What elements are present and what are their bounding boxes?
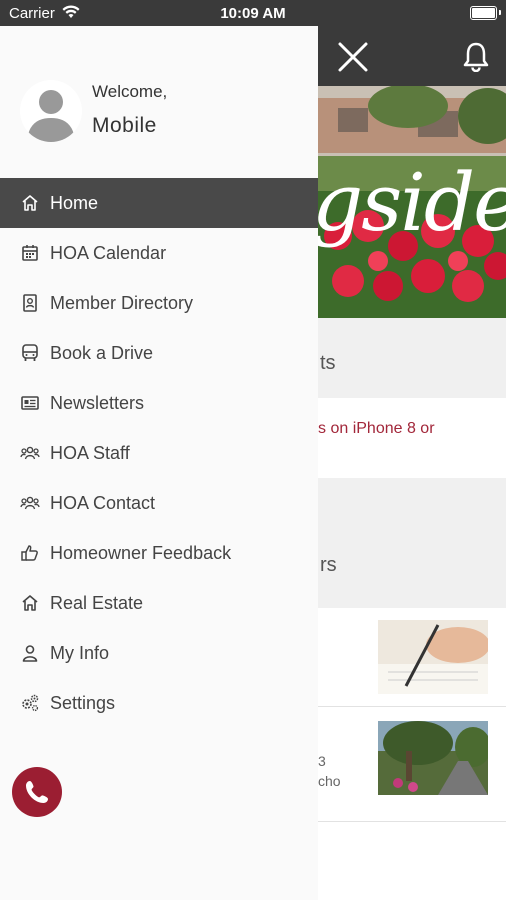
menu-item-label: Real Estate [50, 592, 144, 613]
menu-item-label: Member Directory [50, 292, 194, 313]
news-item[interactable] [318, 608, 506, 707]
menu-item-book-a-drive[interactable]: Book a Drive [0, 328, 318, 378]
clock: 10:09 AM [220, 5, 286, 22]
bus-icon [22, 344, 38, 361]
hero-title: gside [318, 156, 506, 249]
contacts-icon [23, 294, 37, 312]
battery-icon [470, 6, 497, 20]
menu-item-homeowner-feedback[interactable]: Homeowner Feedback [0, 528, 318, 578]
user-avatar-icon [20, 80, 82, 142]
bell-icon[interactable] [461, 40, 491, 72]
call-button[interactable] [12, 767, 62, 817]
navigation-drawer: Welcome, Mobile Home HOA Calendar Member… [0, 26, 318, 900]
menu-item-label: HOA Contact [50, 492, 156, 513]
menu-item-label: My Info [50, 642, 110, 663]
menu-item-label: Settings [50, 692, 116, 713]
menu-item-hoa-contact[interactable]: HOA Contact [0, 478, 318, 528]
home-icon [22, 595, 38, 611]
menu-item-newsletters[interactable]: Newsletters [0, 378, 318, 428]
menu-item-my-info[interactable]: My Info [0, 628, 318, 678]
drawer-menu: Home HOA Calendar Member Directory Book … [0, 178, 318, 728]
menu-item-home[interactable]: Home [0, 178, 318, 228]
phone-icon [26, 781, 48, 803]
group-icon [20, 496, 40, 510]
news-thumbnail [378, 721, 488, 795]
menu-item-label: Homeowner Feedback [50, 542, 232, 563]
news-thumbnail [378, 620, 488, 694]
user-icon [22, 645, 38, 662]
menu-item-settings[interactable]: Settings [0, 678, 318, 728]
notice-row[interactable]: s on iPhone 8 or [318, 398, 506, 478]
notice-text: s on iPhone 8 or [318, 420, 435, 437]
username: Mobile [92, 114, 157, 137]
section-header: ts [318, 318, 506, 398]
welcome-label: Welcome, [92, 82, 168, 101]
status-bar: Carrier 10:09 AM [0, 0, 506, 26]
hero-banner: gside [318, 86, 506, 318]
calendar-icon [22, 245, 38, 261]
avatar[interactable] [20, 80, 82, 142]
menu-item-member-directory[interactable]: Member Directory [0, 278, 318, 328]
menu-item-label: HOA Staff [50, 442, 130, 463]
newspaper-icon [21, 396, 39, 410]
menu-item-label: Book a Drive [50, 342, 154, 363]
group-icon [20, 446, 40, 460]
menu-item-hoa-calendar[interactable]: HOA Calendar [0, 228, 318, 278]
home-icon [22, 195, 38, 211]
menu-item-real-estate[interactable]: Real Estate [0, 578, 318, 628]
news-item[interactable]: 3 cho [318, 707, 506, 822]
close-icon[interactable] [336, 40, 370, 74]
menu-item-label: HOA Calendar [50, 242, 167, 263]
section-header: rs [318, 478, 506, 608]
menu-item-label: Newsletters [50, 392, 145, 413]
menu-item-label: Home [50, 192, 99, 213]
gears-icon [22, 694, 39, 712]
thumbs-up-icon [21, 545, 38, 561]
menu-item-hoa-staff[interactable]: HOA Staff [0, 428, 318, 478]
